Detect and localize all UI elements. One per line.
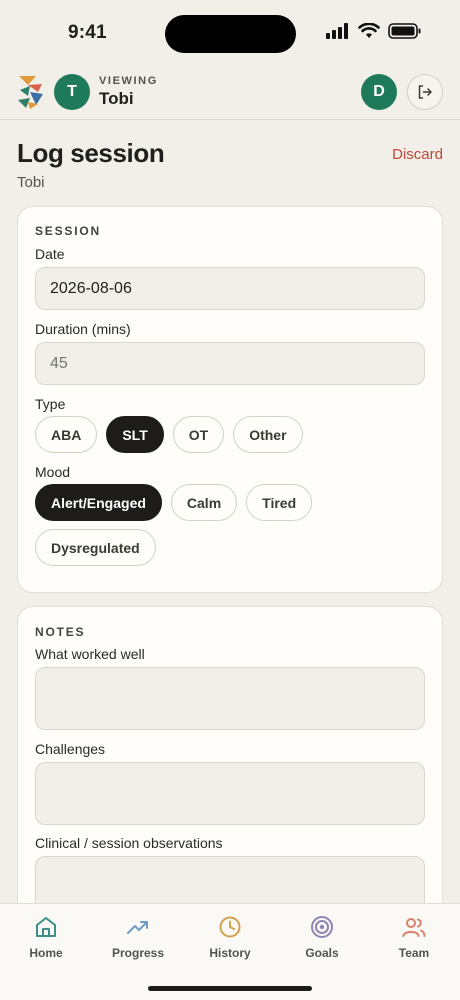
sign-out-button[interactable] xyxy=(407,74,443,110)
mood-chip-row: Alert/Engaged Calm Tired xyxy=(35,484,313,521)
home-indicator xyxy=(148,986,312,991)
mood-chip-row-2: Dysregulated xyxy=(35,529,156,566)
nav-item-goals[interactable]: Goals xyxy=(276,914,368,960)
nav-item-history[interactable]: History xyxy=(184,914,276,960)
dynamic-island xyxy=(165,15,296,53)
sign-out-icon xyxy=(418,85,432,99)
cellular-signal-icon xyxy=(326,23,348,39)
status-time: 9:41 xyxy=(68,22,107,43)
mood-chip-tired[interactable]: Tired xyxy=(246,484,313,521)
type-chip-other[interactable]: Other xyxy=(233,416,303,453)
child-avatar[interactable]: T xyxy=(54,74,90,110)
observations-label: Clinical / session observations xyxy=(35,835,223,851)
team-icon xyxy=(402,918,426,937)
app-header: T VIEWING Tobi D xyxy=(0,62,460,120)
battery-icon xyxy=(388,23,421,39)
nav-label-home: Home xyxy=(29,946,63,960)
target-icon xyxy=(311,916,333,938)
mood-chip-dysregulated[interactable]: Dysregulated xyxy=(35,529,156,566)
type-label: Type xyxy=(35,396,66,412)
type-chip-row: ABA SLT OT Other xyxy=(35,416,303,453)
page-title: Log session xyxy=(17,138,165,168)
page-subtitle: Tobi xyxy=(17,174,45,191)
date-label: Date xyxy=(35,246,65,262)
notes-card: NOTES What worked well Challenges Clinic… xyxy=(17,606,443,946)
mood-chip-calm[interactable]: Calm xyxy=(170,484,238,521)
what-worked-label: What worked well xyxy=(35,646,145,662)
nav-label-team: Team xyxy=(398,946,430,960)
mood-label: Mood xyxy=(35,464,71,480)
viewing-child-name[interactable]: Tobi xyxy=(99,89,134,109)
session-card: SESSION Date Duration (mins) Type ABA SL… xyxy=(17,206,443,593)
trend-up-icon xyxy=(127,921,148,934)
session-heading: SESSION xyxy=(35,224,101,238)
notes-heading: NOTES xyxy=(35,625,86,639)
duration-field[interactable] xyxy=(35,342,425,385)
nav-item-home[interactable]: Home xyxy=(0,914,92,960)
mood-chip-alert-engaged[interactable]: Alert/Engaged xyxy=(35,484,162,521)
discard-button[interactable]: Discard xyxy=(392,146,443,163)
challenges-label: Challenges xyxy=(35,741,106,757)
app-logo-icon xyxy=(18,76,43,109)
what-worked-field[interactable] xyxy=(35,667,425,730)
wifi-icon xyxy=(358,23,380,38)
nav-label-history: History xyxy=(209,946,251,960)
home-icon xyxy=(36,917,56,937)
nav-item-team[interactable]: Team xyxy=(368,914,460,960)
type-chip-ot[interactable]: OT xyxy=(172,416,225,453)
date-field[interactable] xyxy=(35,267,425,310)
challenges-field[interactable] xyxy=(35,762,425,825)
duration-label: Duration (mins) xyxy=(35,321,131,337)
nav-label-goals: Goals xyxy=(305,946,339,960)
viewing-label: VIEWING xyxy=(99,75,158,87)
clock-icon xyxy=(219,916,241,938)
type-chip-slt[interactable]: SLT xyxy=(106,416,164,453)
status-bar: 9:41 xyxy=(0,0,460,62)
type-chip-aba[interactable]: ABA xyxy=(35,416,98,453)
status-icons xyxy=(326,23,422,39)
nav-label-progress: Progress xyxy=(111,946,165,960)
nav-item-progress[interactable]: Progress xyxy=(92,914,184,960)
user-avatar[interactable]: D xyxy=(361,74,397,110)
